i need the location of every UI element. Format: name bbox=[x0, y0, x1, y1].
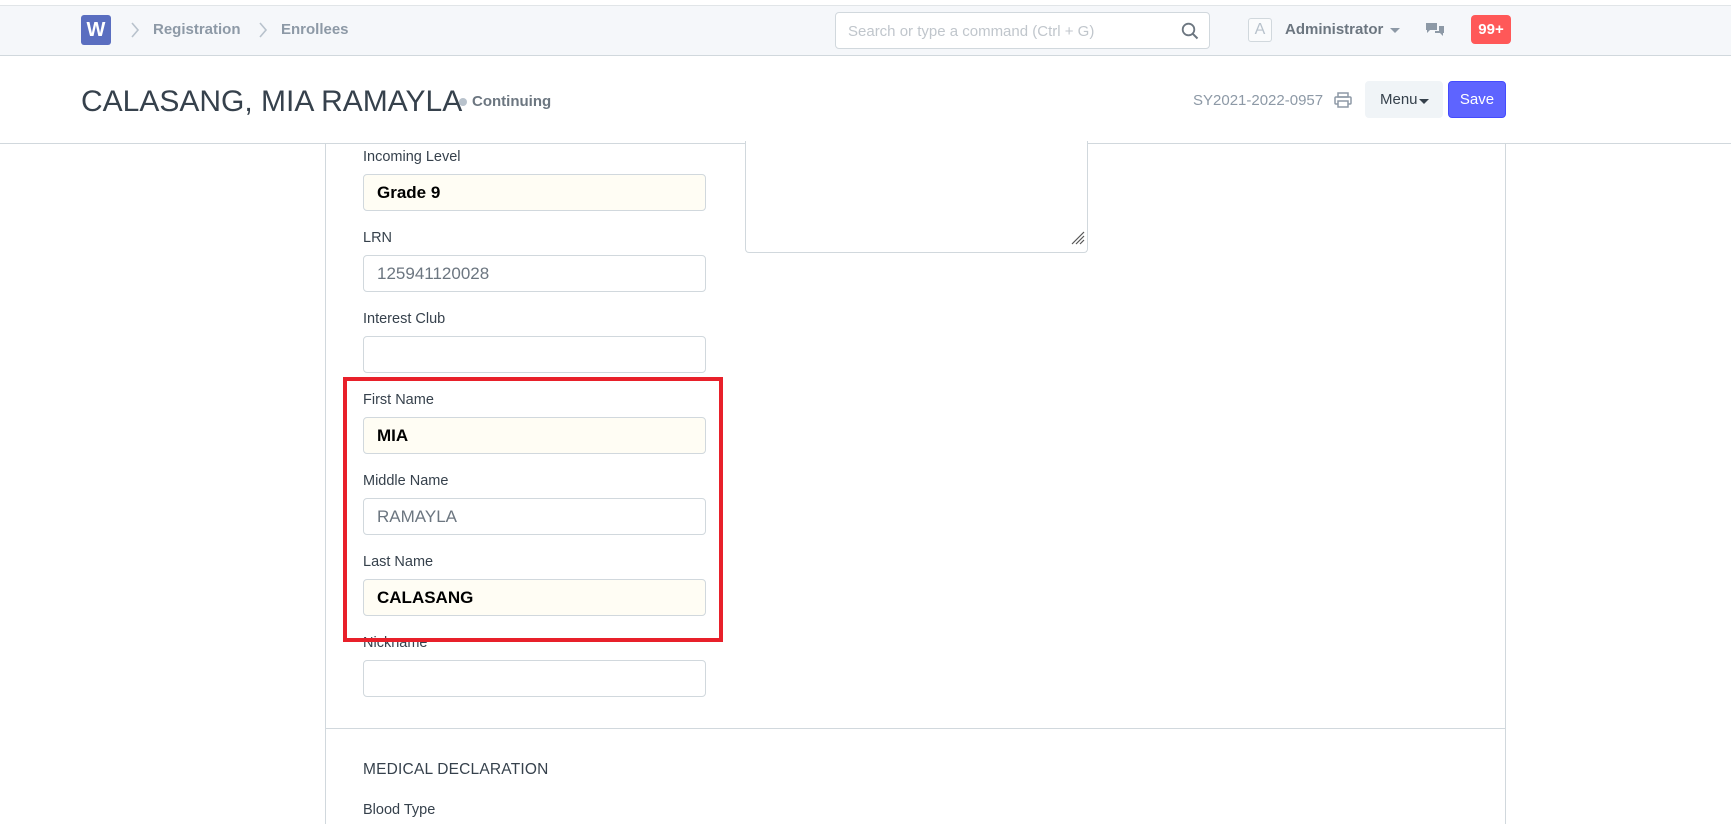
breadcrumb-enrollees[interactable]: Enrollees bbox=[281, 21, 349, 38]
textarea-field[interactable] bbox=[745, 141, 1088, 253]
nickname-field[interactable] bbox=[363, 660, 706, 697]
chat-icon[interactable] bbox=[1425, 21, 1445, 44]
chevron-right-icon bbox=[258, 20, 268, 40]
menu-button[interactable]: Menu bbox=[1365, 81, 1443, 118]
notification-badge[interactable]: 99+ bbox=[1471, 15, 1511, 44]
lrn-label: LRN bbox=[363, 230, 393, 246]
search-box[interactable] bbox=[835, 12, 1210, 49]
blood-type-label: Blood Type bbox=[363, 802, 436, 818]
app-logo[interactable]: W bbox=[81, 15, 111, 45]
breadcrumb-registration[interactable]: Registration bbox=[153, 21, 241, 38]
highlight-box bbox=[343, 377, 723, 642]
navbar: W Registration Enrollees A Administrator… bbox=[0, 5, 1731, 56]
status-indicator-dot bbox=[459, 98, 467, 106]
search-input[interactable] bbox=[848, 21, 1168, 41]
page-title: CALASANG, MIA RAMAYLA bbox=[81, 85, 463, 118]
user-menu[interactable]: Administrator bbox=[1285, 21, 1383, 38]
section-divider bbox=[326, 728, 1505, 729]
printer-icon[interactable] bbox=[1334, 92, 1352, 113]
incoming-level-field[interactable] bbox=[363, 174, 706, 211]
save-button[interactable]: Save bbox=[1448, 81, 1506, 118]
menu-button-label: Menu bbox=[1380, 91, 1418, 108]
search-icon[interactable] bbox=[1181, 22, 1199, 45]
resize-handle-icon[interactable] bbox=[1069, 229, 1085, 250]
section-title: MEDICAL DECLARATION bbox=[363, 761, 549, 778]
status-badge: Continuing bbox=[472, 93, 552, 110]
caret-down-icon[interactable] bbox=[1390, 28, 1400, 33]
interest-club-label: Interest Club bbox=[363, 311, 446, 327]
incoming-level-label: Incoming Level bbox=[363, 149, 461, 165]
chevron-right-icon bbox=[130, 20, 140, 40]
page-header: CALASANG, MIA RAMAYLA Continuing SY2021-… bbox=[0, 57, 1731, 144]
interest-club-field[interactable] bbox=[363, 336, 706, 373]
document-name: SY2021-2022-0957 bbox=[1193, 92, 1324, 109]
lrn-field[interactable] bbox=[363, 255, 706, 292]
caret-down-icon bbox=[1419, 99, 1429, 104]
avatar[interactable]: A bbox=[1248, 18, 1272, 42]
